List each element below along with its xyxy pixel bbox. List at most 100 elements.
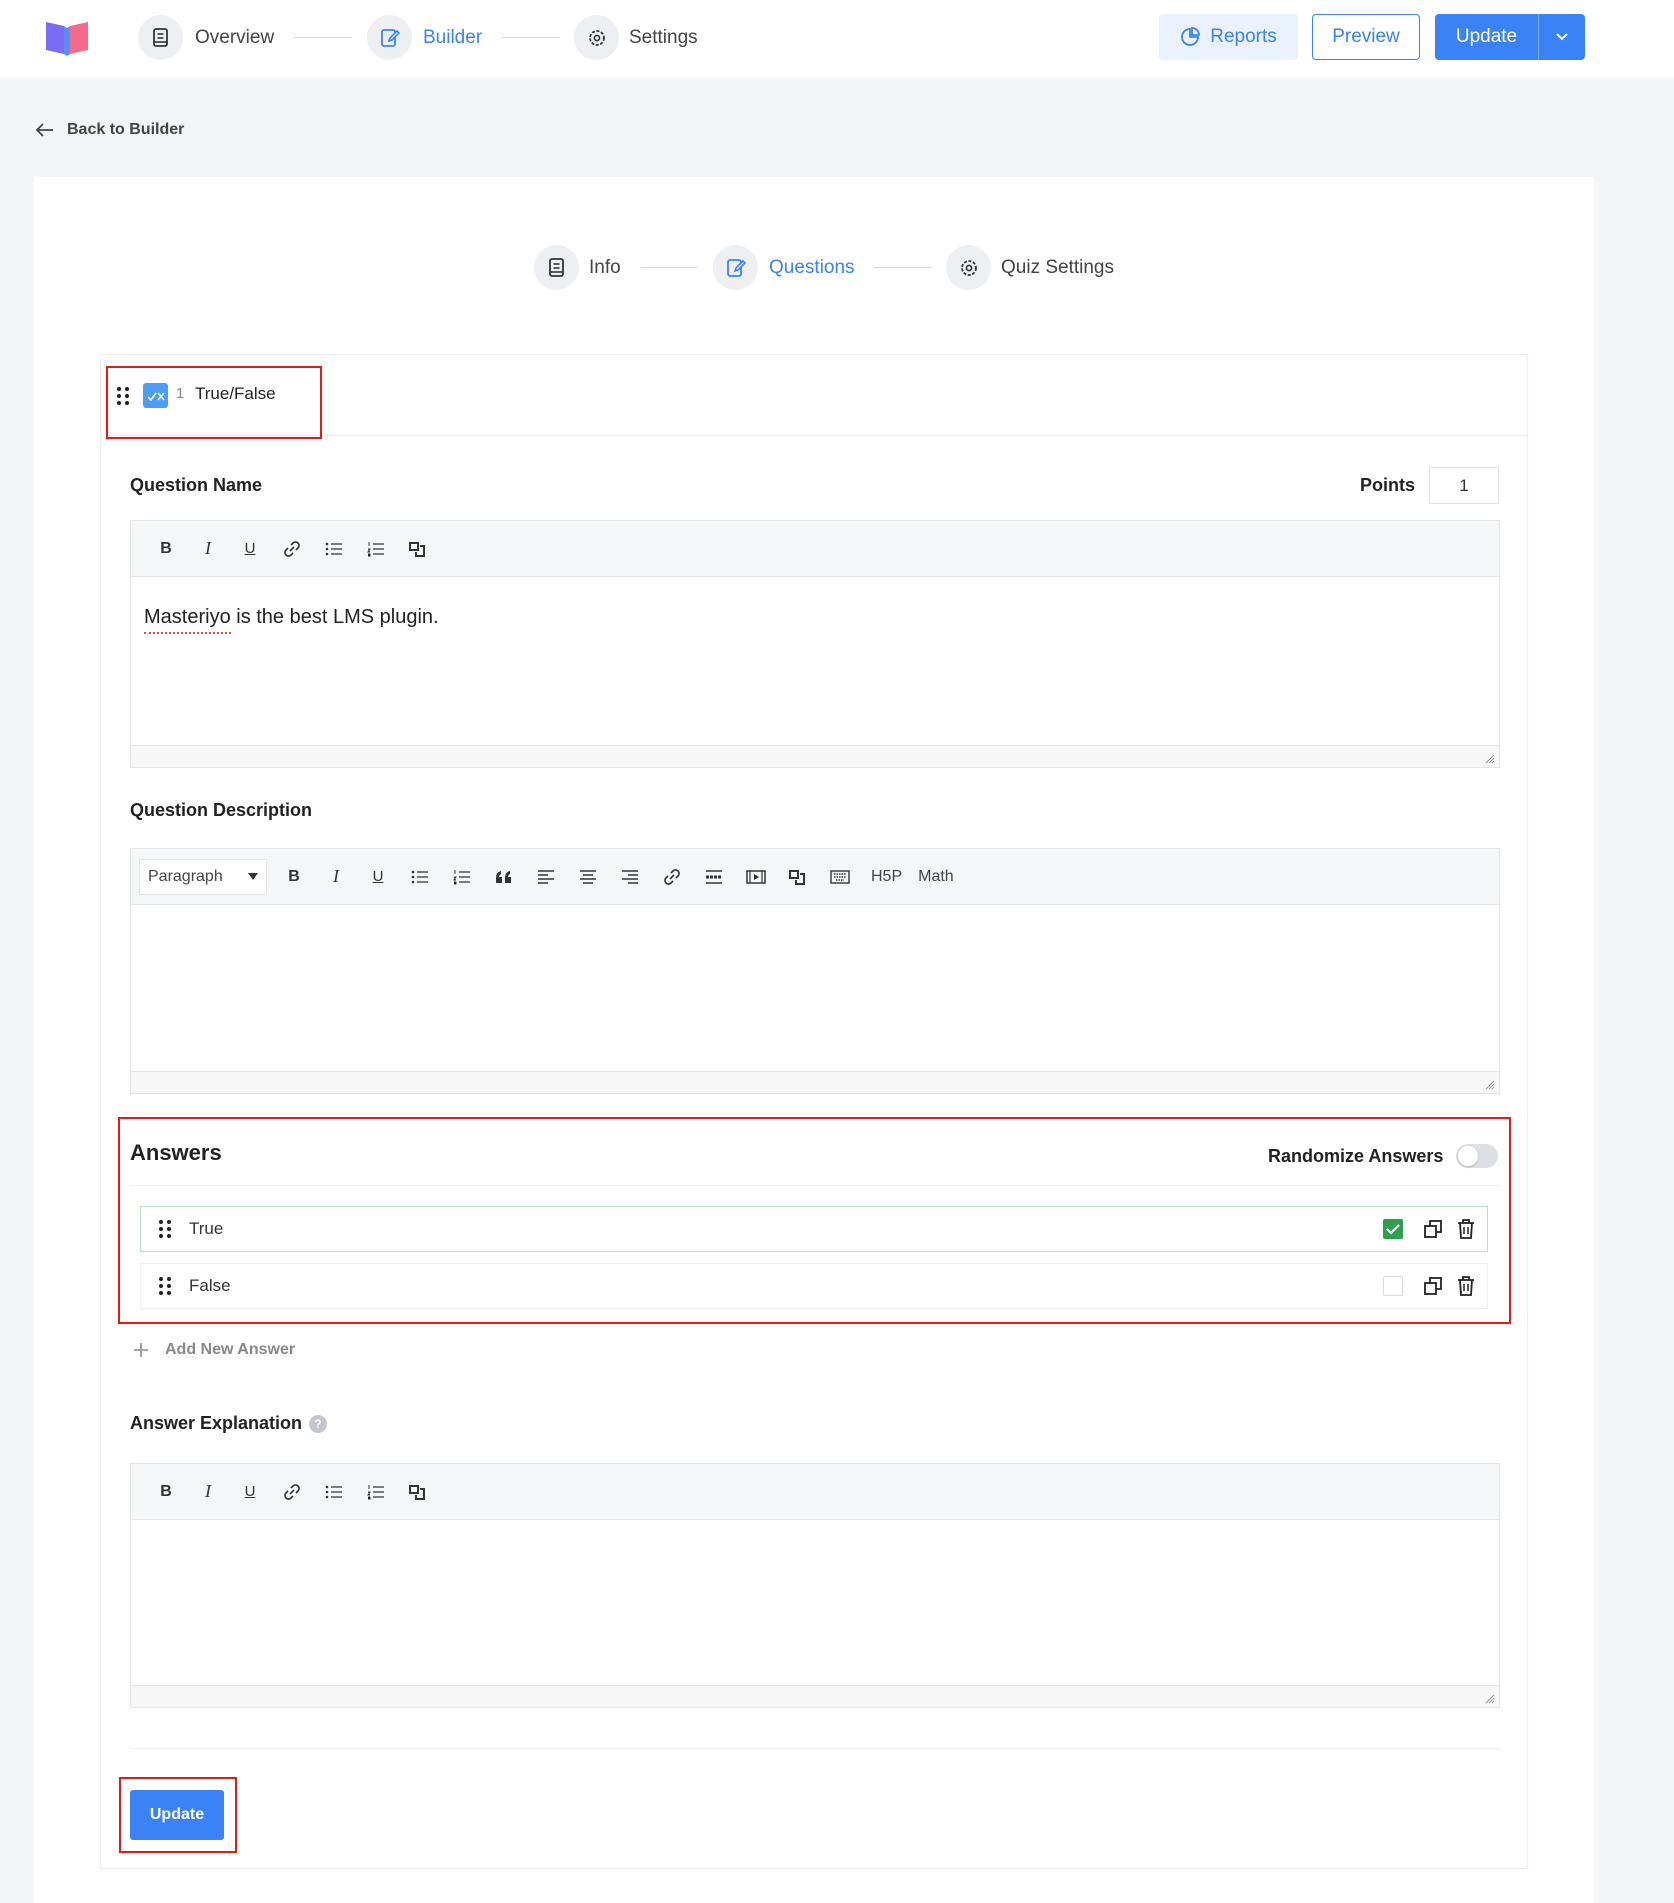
drag-handle-icon[interactable]	[117, 387, 129, 405]
media-icon[interactable]	[777, 857, 819, 897]
nav-step-builder[interactable]: Builder	[423, 15, 482, 60]
h5p-button[interactable]: H5P	[871, 868, 902, 886]
align-left-icon[interactable]	[525, 857, 567, 897]
resize-handle-icon[interactable]	[1483, 1078, 1495, 1090]
underline-button[interactable]: U	[229, 529, 271, 569]
divider	[130, 1185, 1500, 1186]
book-icon	[138, 15, 183, 60]
bullet-list-icon[interactable]	[399, 857, 441, 897]
points-input[interactable]: 1	[1429, 467, 1499, 504]
link-icon[interactable]	[271, 529, 313, 569]
chevron-down-icon	[1555, 32, 1569, 42]
underline-button[interactable]: U	[357, 857, 399, 897]
step-connector	[502, 37, 560, 38]
reports-label: Reports	[1210, 26, 1277, 47]
bullet-list-icon[interactable]	[313, 529, 355, 569]
bold-button[interactable]: B	[145, 529, 187, 569]
back-to-builder-link[interactable]: Back to Builder	[35, 118, 184, 142]
editor-statusbar	[131, 745, 1499, 767]
answer-explanation-label: Answer Explanation	[130, 1413, 303, 1433]
bold-button[interactable]: B	[273, 857, 315, 897]
numbered-list-icon[interactable]	[441, 857, 483, 897]
link-icon[interactable]	[651, 857, 693, 897]
add-new-answer-button[interactable]: Add New Answer	[133, 1341, 295, 1359]
pie-chart-icon	[1180, 27, 1201, 47]
randomize-answers-toggle[interactable]	[1456, 1144, 1498, 1168]
step-connector	[294, 37, 352, 38]
editor-statusbar	[131, 1071, 1499, 1093]
edit-icon	[367, 15, 412, 60]
add-new-answer-label: Add New Answer	[165, 1341, 296, 1358]
drag-handle-icon[interactable]	[159, 1220, 171, 1238]
update-button[interactable]: Update	[1435, 14, 1538, 60]
question-description-editor: Paragraph B I U H5P Math	[130, 848, 1500, 1094]
arrow-left-icon	[35, 122, 55, 138]
caret-down-icon	[248, 872, 258, 881]
edit-icon	[713, 245, 758, 290]
answer-label[interactable]: False	[189, 1276, 1383, 1296]
italic-button[interactable]: I	[187, 1472, 229, 1512]
true-false-type-icon	[143, 383, 168, 408]
question-name-text[interactable]: Masteriyo is the best LMS plugin.	[144, 606, 439, 629]
format-select-value: Paragraph	[148, 867, 223, 885]
trash-icon[interactable]	[1457, 1219, 1475, 1239]
answers-heading: Answers	[130, 1140, 222, 1165]
numbered-list-icon[interactable]	[355, 529, 397, 569]
masteriyo-logo[interactable]	[44, 18, 90, 56]
plus-icon	[133, 1342, 149, 1358]
step-connector	[641, 267, 698, 268]
editor-toolbar: B I U	[131, 521, 1499, 577]
drag-handle-icon[interactable]	[159, 1277, 171, 1295]
question-description-label: Question Description	[130, 800, 313, 820]
reports-button[interactable]: Reports	[1159, 14, 1298, 60]
bullet-list-icon[interactable]	[313, 1472, 355, 1512]
resize-handle-icon[interactable]	[1483, 1692, 1495, 1704]
answer-row-true[interactable]: True	[140, 1206, 1488, 1252]
align-center-icon[interactable]	[567, 857, 609, 897]
gear-icon	[574, 15, 619, 60]
underline-button[interactable]: U	[229, 1472, 271, 1512]
numbered-list-icon[interactable]	[355, 1472, 397, 1512]
update-question-button[interactable]: Update	[130, 1790, 224, 1840]
question-number: 1	[176, 385, 185, 402]
trash-icon[interactable]	[1457, 1276, 1475, 1296]
math-button[interactable]: Math	[918, 868, 954, 886]
quiz-step-info[interactable]: Info	[589, 245, 621, 290]
nav-step-overview[interactable]: Overview	[195, 15, 274, 60]
spellcheck-underline	[144, 631, 231, 634]
format-select[interactable]: Paragraph	[139, 858, 267, 895]
update-options-dropdown[interactable]	[1538, 14, 1585, 60]
preview-button[interactable]: Preview	[1312, 14, 1420, 60]
question-type-title[interactable]: True/False	[195, 384, 276, 404]
video-icon[interactable]	[735, 857, 777, 897]
quiz-step-settings[interactable]: Quiz Settings	[1001, 245, 1114, 290]
answer-explanation-editor: B I U	[130, 1463, 1500, 1708]
back-link-label: Back to Builder	[67, 121, 185, 138]
link-icon[interactable]	[271, 1472, 313, 1512]
nav-step-settings[interactable]: Settings	[629, 15, 698, 60]
align-right-icon[interactable]	[609, 857, 651, 897]
media-icon[interactable]	[397, 1472, 439, 1512]
resize-handle-icon[interactable]	[1483, 752, 1495, 764]
keyboard-icon[interactable]	[819, 857, 861, 897]
blockquote-icon[interactable]	[483, 857, 525, 897]
duplicate-icon[interactable]	[1423, 1276, 1443, 1296]
correct-answer-checkbox[interactable]	[1383, 1219, 1403, 1239]
help-icon[interactable]: ?	[309, 1415, 327, 1433]
step-connector	[874, 267, 931, 268]
answer-row-false[interactable]: False	[140, 1263, 1488, 1309]
media-icon[interactable]	[397, 529, 439, 569]
quiz-step-questions[interactable]: Questions	[769, 245, 855, 290]
question-name-editor: B I U Masteriyo is the best LMS plugin.	[130, 520, 1500, 768]
duplicate-icon[interactable]	[1423, 1219, 1443, 1239]
top-navigation-bar: Overview Builder Settings Reports Previe…	[0, 0, 1674, 78]
editor-toolbar: B I U	[131, 1464, 1499, 1520]
answer-label[interactable]: True	[189, 1219, 1383, 1239]
editor-toolbar: Paragraph B I U H5P Math	[131, 849, 1499, 905]
correct-answer-checkbox[interactable]	[1383, 1276, 1403, 1296]
italic-button[interactable]: I	[315, 857, 357, 897]
bold-button[interactable]: B	[145, 1472, 187, 1512]
italic-button[interactable]: I	[187, 529, 229, 569]
question-name-label: Question Name	[130, 475, 263, 495]
read-more-icon[interactable]	[693, 857, 735, 897]
